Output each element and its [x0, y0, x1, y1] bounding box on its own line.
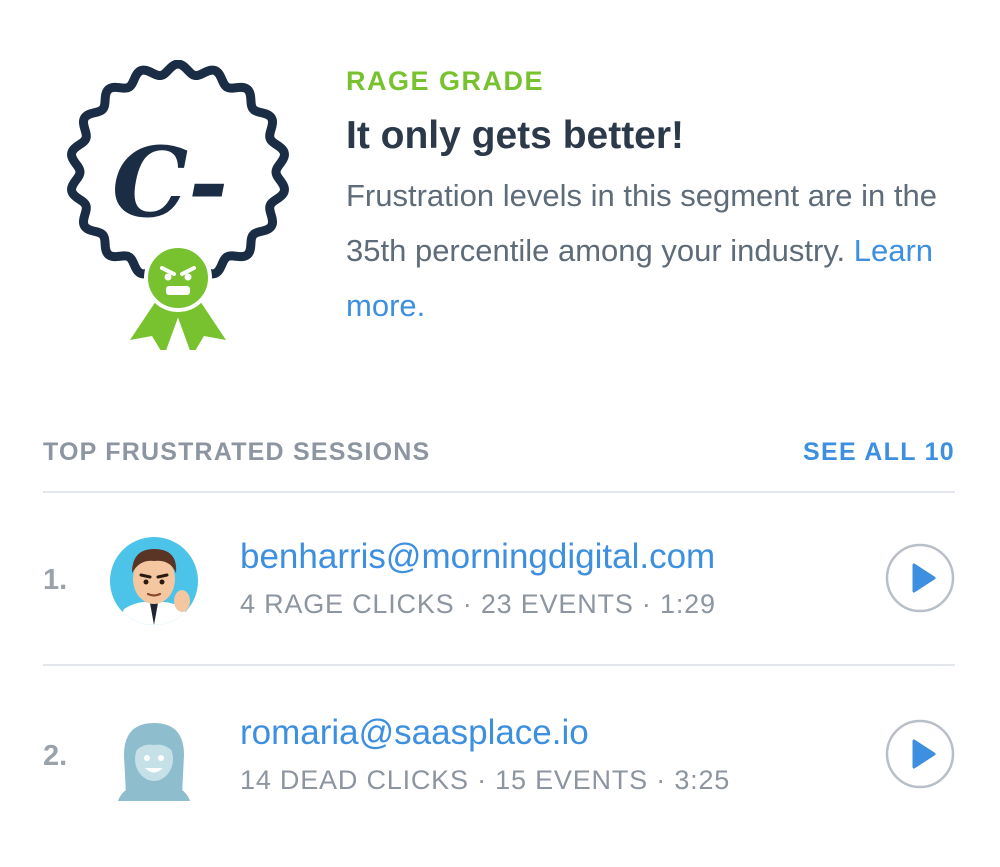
row-index: 2.: [43, 740, 68, 772]
play-session-button[interactable]: [885, 543, 955, 613]
row-index: 1.: [43, 564, 68, 596]
see-all-link[interactable]: SEE ALL 10: [803, 432, 955, 472]
rage-grade-headline: It only gets better!: [346, 114, 685, 157]
rage-grade-description-text: Frustration levels in this segment are i…: [346, 178, 937, 268]
rage-grade-description: Frustration levels in this segment are i…: [346, 168, 966, 333]
divider: [43, 491, 955, 493]
top-sessions-header: TOP FRUSTRATED SESSIONS SEE ALL 10: [43, 432, 955, 472]
session-meta: 14 DEAD CLICKS · 15 EVENTS · 3:25: [240, 765, 731, 795]
rage-grade-summary: RAGE GRADE It only gets better! Frustrat…: [346, 62, 966, 333]
session-row[interactable]: 2. romaria@saasplace.io 14 DEAD CLICKS ·…: [43, 681, 955, 831]
session-email-link[interactable]: benharris@morningdigital.com: [240, 533, 715, 581]
play-session-button[interactable]: [885, 719, 955, 789]
divider: [43, 664, 955, 666]
session-row[interactable]: 1. benharris@morningdigital.com 4 RAGE C…: [43, 505, 955, 655]
rage-grade-badge: C-: [58, 59, 298, 356]
avatar[interactable]: [110, 537, 198, 625]
grade-seal-icon: C-: [67, 59, 289, 356]
section-title: TOP FRUSTRATED SESSIONS: [43, 438, 431, 466]
avatar[interactable]: [110, 713, 198, 801]
session-meta: 4 RAGE CLICKS · 23 EVENTS · 1:29: [240, 589, 716, 619]
grade-letter: C-: [112, 126, 228, 239]
rage-grade-label: RAGE GRADE: [346, 66, 545, 96]
session-email-link[interactable]: romaria@saasplace.io: [240, 709, 589, 757]
